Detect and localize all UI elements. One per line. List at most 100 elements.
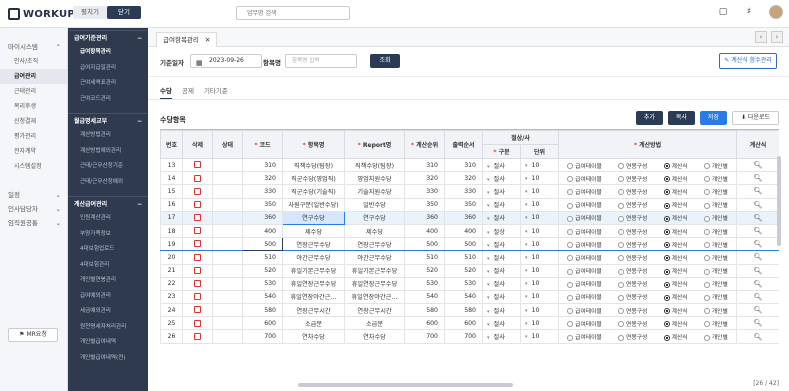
radio-button[interactable] [618,308,625,315]
cell-item-name[interactable]: 직군수당(영업직) [282,171,345,186]
radio-button[interactable] [618,215,625,222]
cell-rounding-unit[interactable]: ▾ 10 [519,289,560,305]
menu-item[interactable]: 세금예외관리 [68,304,148,320]
cell-report-name[interactable]: 소급분 [344,316,405,331]
radio-button[interactable] [663,281,670,288]
save-button[interactable]: 저장 [699,111,727,125]
chevron-left-icon[interactable]: ‹ [755,31,767,43]
menu-group-pay-basis[interactable]: 급여기준관리 − [68,30,148,45]
cell-item-name[interactable]: 야간근무수당 [282,250,345,265]
sidebar-section-hr-manager[interactable]: 인사담당자 ⌄ [0,202,67,216]
radio-button[interactable] [567,294,574,301]
calc-method-option[interactable]: 개인별 [703,213,728,222]
calc-method-option[interactable]: 연봉구성 [618,292,647,301]
cell-code[interactable]: 700 [242,329,283,344]
delete-checkbox[interactable] [194,161,201,169]
cell-rounding-type[interactable]: ▾ 절사 [482,184,521,199]
calc-method-option[interactable]: 연봉구성 [618,174,647,183]
search-icon[interactable]: 🔍︎ [754,240,763,248]
radio-button[interactable] [567,229,574,236]
cell-calc-order[interactable]: 540 [404,289,445,305]
cell-rounding-type[interactable]: ▾ 절사 [482,303,521,318]
delete-checkbox[interactable] [194,306,201,314]
cell-rounding-type[interactable]: ▾ 절상 [482,223,521,239]
cell-code[interactable]: 520 [242,263,283,278]
sidebar-item-settings[interactable]: 시스템설정 [0,159,67,174]
col-calc-order[interactable]: * 계산순위 [404,130,445,159]
radio-button[interactable] [663,255,670,262]
cell-delete[interactable] [182,289,213,305]
search-icon[interactable]: 🔍︎ [754,267,763,275]
cell-formula[interactable]: 🔍︎ [736,223,779,239]
cell-rounding-unit[interactable]: ▾ 10 [519,184,560,199]
calc-method-option[interactable]: 급여테이블 [567,213,602,222]
menu-group-payslip[interactable]: 월급명세교부 − [68,113,148,128]
radio-button[interactable] [703,334,710,341]
chevron-right-icon[interactable]: › [771,31,783,43]
cell-code[interactable]: 500 [242,237,283,252]
menu-item[interactable]: 급여지급일관리 [68,61,148,77]
cell-output-order[interactable]: 540 [444,289,483,305]
cell-output-order[interactable]: 320 [444,171,483,186]
search-icon[interactable]: 🔍︎ [754,201,763,209]
sidebar-item-approval[interactable]: 신청결재 [0,114,67,129]
delete-checkbox[interactable] [194,280,201,288]
radio-button[interactable] [618,255,625,262]
calc-method-option[interactable]: 계산식 [663,213,688,222]
cell-delete[interactable] [182,210,213,225]
cell-calc-order[interactable]: 520 [404,263,445,278]
calc-method-option[interactable]: 연봉구성 [618,253,647,262]
search-icon[interactable]: 🔍︎ [754,319,763,327]
radio-button[interactable] [703,189,710,196]
cell-formula[interactable]: 🔍︎ [736,184,779,199]
calc-method-option[interactable]: 개인별 [703,279,728,288]
tab-allowance[interactable]: 수당 [160,85,172,100]
cell-delete[interactable] [182,171,213,186]
sidebar-item-attendance[interactable]: 근태관리 [0,84,67,99]
cell-item-name[interactable]: 연장근무수당 [282,237,345,252]
calc-method-option[interactable]: 개인별 [703,306,728,315]
cell-item-name[interactable]: 제수당 [282,223,345,239]
cell-code[interactable]: 510 [242,250,283,265]
add-button[interactable]: 추가 [635,111,663,125]
search-icon[interactable]: 🔍︎ [754,253,763,261]
delete-checkbox[interactable] [194,174,201,182]
calc-method-option[interactable]: 개인별 [703,253,728,262]
calc-method-option[interactable]: 연봉구성 [618,279,647,288]
col-item-name[interactable]: * 항목명 [282,130,345,159]
cell-formula[interactable]: 🔍︎ [736,316,779,331]
menu-item[interactable]: 근태/근무산정기준 [68,159,148,175]
radio-button[interactable] [663,308,670,315]
col-calc-method[interactable]: * 계산방법 [558,130,738,159]
cell-formula[interactable]: 🔍︎ [736,276,779,291]
cell-rounding-unit[interactable]: ▾ 10 [519,303,560,318]
radio-button[interactable] [663,229,670,236]
cell-rounding-unit[interactable]: ▾ 10 [519,316,560,331]
delete-checkbox[interactable] [194,227,201,235]
calc-method-option[interactable]: 계산식 [663,332,688,341]
radio-button[interactable] [618,242,625,249]
radio-button[interactable] [567,268,574,275]
radio-button[interactable] [703,321,710,328]
radio-button[interactable] [567,281,574,288]
cell-rounding-type[interactable]: ▾ 절사 [482,250,521,265]
search-icon[interactable]: 🔍︎ [754,161,763,169]
radio-button[interactable] [618,321,625,328]
col-formula[interactable]: 계산식 [736,130,779,159]
cell-output-order[interactable]: 530 [444,276,483,291]
delete-checkbox[interactable] [194,214,201,222]
cell-calc-order[interactable]: 530 [404,276,445,291]
radio-button[interactable] [567,176,574,183]
cell-item-name[interactable]: 휴일연장근무수당 [282,276,345,291]
radio-button[interactable] [703,215,710,222]
menu-group-calc[interactable]: 계산급여관리 − [68,196,148,211]
cell-delete[interactable] [182,197,213,212]
cell-formula[interactable]: 🔍︎ [736,210,779,225]
app-logo[interactable]: WORKUP [8,7,75,21]
table-row[interactable]: 24 580 연장근무시간 연장근무시간 580 580 ▾ 절사 ▾ 10 급여테이블 연봉구성 계산… [160,303,779,318]
radio-button[interactable] [567,242,574,249]
formula-function-button[interactable]: ✎ 계산식 함수관리 [719,53,777,69]
cell-report-name[interactable]: 영업지원수당 [344,171,405,186]
table-row[interactable]: 13 310 직책수당(팀장) 직책수당(팀장) 310 310 ▾ 절사 ▾ 10 급여테이블 연봉… [160,157,779,173]
radio-button[interactable] [567,202,574,209]
